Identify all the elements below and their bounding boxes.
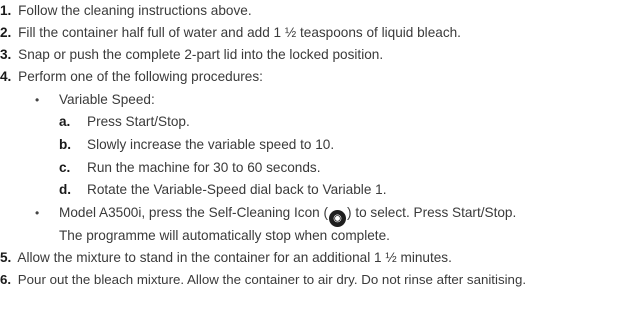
a3500i-line2: The programme will automatically stop wh…: [59, 228, 390, 243]
substep-b: b. Slowly increase the variable speed to…: [0, 135, 643, 155]
substep-d: d. Rotate the Variable-Speed dial back t…: [0, 180, 643, 200]
a3500i-text-after-icon: ) to select. Press Start/Stop.: [347, 205, 517, 220]
bullet-text: Variable Speed:: [59, 92, 155, 107]
step-6: 6. Pour out the bleach mixture. Allow th…: [0, 270, 526, 290]
a3500i-continuation: The programme will automatically stop wh…: [0, 226, 643, 246]
substep-letter: a.: [59, 114, 71, 129]
substep-text: Rotate the Variable-Speed dial back to V…: [87, 182, 387, 197]
step-text: Allow the mixture to stand in the contai…: [17, 250, 452, 265]
a3500i-text-before-icon: Model A3500i, press the Self-Cleaning Ic…: [59, 205, 329, 220]
step-number: 6.: [0, 272, 12, 287]
substep-letter: d.: [59, 182, 72, 197]
step-2: 2. Fill the container half full of water…: [0, 23, 461, 43]
step-number: 1.: [0, 3, 12, 18]
step-number: 3.: [0, 47, 12, 62]
substep-letter: c.: [59, 160, 71, 175]
self-cleaning-icon: ◉: [329, 210, 347, 227]
step-4: 4. Perform one of the following procedur…: [0, 67, 263, 87]
step-number: 2.: [0, 25, 12, 40]
substep-text: Slowly increase the variable speed to 10…: [87, 137, 335, 152]
step-text: Fill the container half full of water an…: [18, 25, 461, 40]
substep-text: Press Start/Stop.: [87, 114, 190, 129]
substep-a: a. Press Start/Stop.: [0, 112, 643, 132]
step-text: Snap or push the complete 2-part lid int…: [18, 47, 384, 62]
step-text: Perform one of the following procedures:: [18, 69, 263, 84]
bullet-glyph: •: [35, 206, 40, 220]
step-1: 1. Follow the cleaning instructions abov…: [0, 1, 252, 21]
step-3: 3. Snap or push the complete 2-part lid …: [0, 45, 383, 65]
substep-letter: b.: [59, 137, 72, 152]
step-text: Follow the cleaning instructions above.: [18, 3, 252, 18]
step-number: 5.: [0, 250, 12, 265]
bullet-glyph: •: [35, 93, 40, 107]
step-text: Pour out the bleach mixture. Allow the c…: [17, 272, 527, 287]
substep-text: Run the machine for 30 to 60 seconds.: [87, 160, 321, 175]
bullet-text: Model A3500i, press the Self-Cleaning Ic…: [59, 203, 516, 227]
instruction-list: 1. Follow the cleaning instructions abov…: [0, 0, 643, 328]
bullet-variable-speed: • Variable Speed:: [0, 90, 643, 110]
step-number: 4.: [0, 69, 12, 84]
substep-c: c. Run the machine for 30 to 60 seconds.: [0, 158, 643, 178]
step-5: 5. Allow the mixture to stand in the con…: [0, 248, 452, 268]
bullet-a3500i: • Model A3500i, press the Self-Cleaning …: [0, 203, 643, 227]
